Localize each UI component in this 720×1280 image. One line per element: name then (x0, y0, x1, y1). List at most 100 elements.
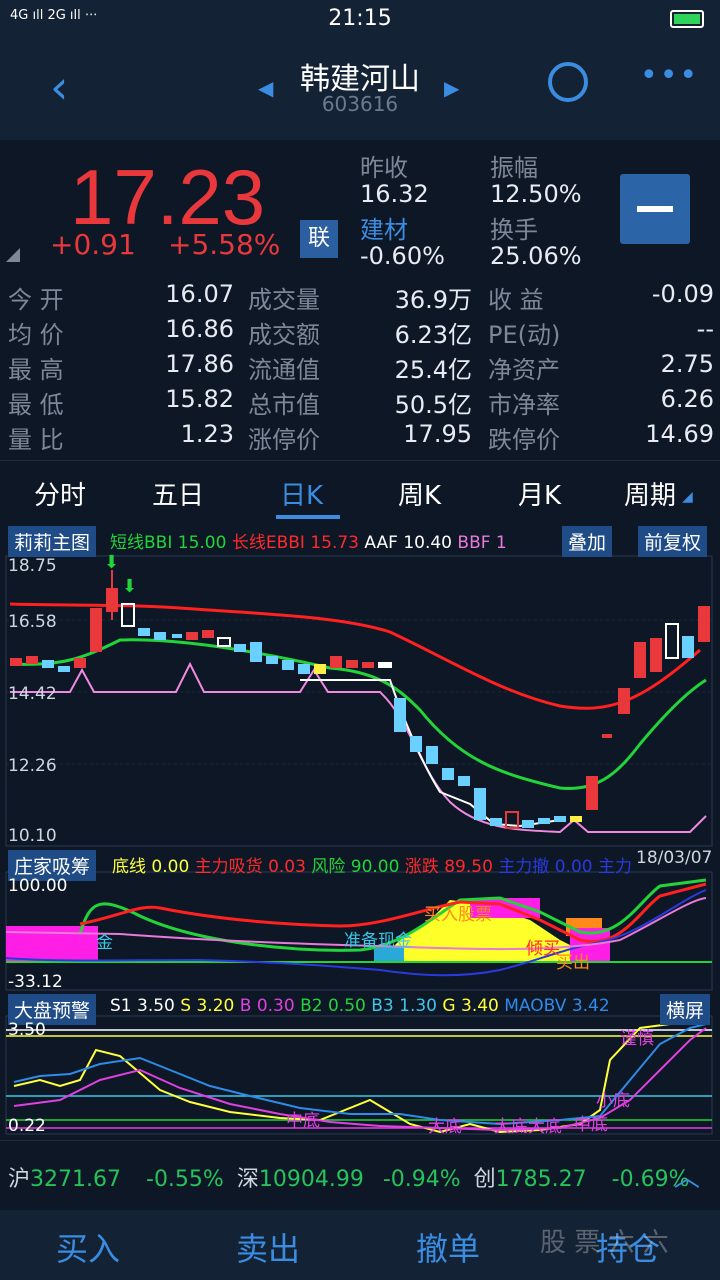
stat-label-r3c0: 最 低 (8, 391, 64, 419)
legend-aaf-name: AAF (364, 533, 398, 553)
legend-updown-name: 涨跌 (404, 857, 439, 877)
cancel-order-button[interactable]: 撤单 (416, 1224, 480, 1270)
sub1-annot-buy: 买入股票 (424, 905, 492, 925)
index-sh-pct: -0.55% (146, 1167, 224, 1192)
stat-label-r4c4: 跌停价 (488, 426, 560, 454)
sub1-annot-inclined: 倾买 (526, 939, 560, 959)
sub1-y-top: 100.00 (8, 876, 68, 896)
turnover-value: 25.06% (490, 242, 582, 270)
price-change: +0.91 (50, 228, 136, 261)
tab-weekly-k[interactable]: 周K (398, 475, 441, 512)
stat-value-r3c3: 50.5亿 (394, 391, 472, 419)
sector-label[interactable]: 建材 (360, 210, 408, 245)
corner-icon (6, 248, 20, 262)
kline-chart-area[interactable]: ⬇ ⬇ 莉莉主图 短线BBI 15.00 长线EBBI 15.73 AAF 10… (0, 520, 720, 1140)
sub2-annot-caution: 谨慎 (620, 1029, 654, 1049)
linked-badge[interactable]: 联 (300, 220, 338, 258)
sector-change: -0.60% (360, 242, 445, 270)
legend-risk-name: 风险 (311, 857, 346, 877)
kline-svg: ⬇ ⬇ (5, 552, 713, 1135)
quote-panel: 17.23 +0.91 +5.58% 联 昨收 16.32 建材 -0.60% … (0, 140, 720, 460)
index-cy-value: 1785.27 (495, 1167, 587, 1192)
legend-g-name: G (442, 996, 456, 1016)
y-tick-2: 16.58 (8, 612, 57, 632)
bbf-line (10, 661, 707, 834)
stat-value-r4c1: 1.23 (180, 420, 234, 448)
sub2-annot-small: 小底 (596, 1091, 630, 1111)
stat-value-r1c5: -- (696, 315, 714, 343)
search-icon[interactable] (548, 62, 588, 102)
main-indicator-button[interactable]: 莉莉主图 (8, 526, 97, 557)
index-row: 沪3271.67 -0.55% 深10904.99 -0.94% 创1785.2… (8, 1161, 689, 1193)
clock: 21:15 (328, 6, 392, 31)
adjust-button[interactable]: 前复权 (638, 526, 708, 557)
watermark: 股 票 六 六 (540, 1228, 669, 1258)
stock-header: ‹ ◀ 韩建河山 ▶ 603616 ••• (0, 40, 720, 140)
status-bar: 4G ıll 2G ıll ⋅⋅⋅ 21:15 (0, 0, 720, 40)
legend-b3-name: B3 (371, 996, 394, 1016)
svg-text:⬇: ⬇ (122, 576, 137, 597)
turnover-label: 换手 (490, 216, 538, 244)
period-dropdown-icon: ◢ (682, 489, 693, 505)
legend-b-value: 0.30 (256, 996, 295, 1016)
price-change-pct: +5.58% (168, 228, 281, 261)
y-tick-4: 12.26 (8, 756, 57, 776)
y-tick-1: 18.75 (8, 556, 57, 576)
stat-label-r1c0: 均 价 (8, 321, 64, 349)
prev-close-value: 16.32 (360, 180, 429, 208)
stat-value-r4c5: 14.69 (645, 420, 714, 448)
tab-period[interactable]: 周期 (624, 475, 676, 512)
index-sh-name: 沪 (8, 1167, 31, 1192)
market-index-bar[interactable]: 沪3271.67 -0.55% 深10904.99 -0.94% 创1785.2… (0, 1140, 720, 1210)
sub1-annot-sell: 买出 (556, 953, 590, 973)
candles (10, 570, 710, 829)
legend-withdraw-value: 0.00 (554, 857, 593, 877)
legend-maobv-value: 3.42 (571, 996, 610, 1016)
stat-label-r1c4: PE(动) (488, 321, 561, 349)
amplitude-value: 12.50% (490, 180, 582, 208)
legend-bottom-name: 底线 (112, 857, 146, 877)
stat-label-r3c4: 市净率 (488, 391, 560, 419)
sell-button[interactable]: 卖出 (236, 1224, 300, 1270)
stat-label-r0c2: 成交量 (248, 286, 320, 314)
amplitude-label: 振幅 (490, 154, 538, 182)
tab-monthly-k[interactable]: 月K (518, 475, 561, 512)
legend-bbf-value: 1 (495, 533, 507, 553)
legend-b2-name: B2 (300, 996, 323, 1016)
legend-s-value: 3.20 (196, 996, 235, 1016)
legend-bbi-name: 短线BBI (110, 533, 173, 553)
index-sz-name: 深 (236, 1167, 259, 1192)
stat-value-r2c5: 2.75 (660, 350, 714, 378)
y-tick-3: 14.42 (8, 684, 57, 704)
chart-date: 18/03/07 (636, 848, 713, 868)
buy-button[interactable]: 买入 (56, 1224, 120, 1270)
stat-label-r0c0: 今 开 (8, 286, 64, 314)
sub1-annot-gold: 金 (96, 933, 113, 953)
expand-up-icon[interactable]: ︿ (674, 1157, 700, 1194)
stat-label-r1c2: 成交额 (248, 321, 320, 349)
overlay-button[interactable]: 叠加 (562, 526, 613, 557)
sub2-annot-mid: 中底 (286, 1111, 320, 1131)
tab-intraday[interactable]: 分时 (34, 475, 86, 512)
legend-bbf-name: BBF (457, 533, 491, 553)
svg-text:⬇: ⬇ (104, 552, 119, 573)
stat-value-r4c3: 17.95 (403, 420, 472, 448)
stat-label-r2c4: 净资产 (488, 356, 560, 384)
legend-b2-value: 0.50 (327, 996, 366, 1016)
legend-ebbi-name: 长线EBBI (231, 533, 305, 553)
stat-label-r3c2: 总市值 (248, 391, 320, 419)
stat-value-r1c1: 16.86 (165, 315, 234, 343)
tab-active-indicator (276, 515, 340, 519)
index-sh-value: 3271.67 (30, 1167, 121, 1192)
index-sz-pct: -0.94% (382, 1167, 461, 1192)
tab-daily-k[interactable]: 日K (280, 475, 323, 512)
prev-close-label: 昨收 (360, 154, 408, 182)
more-icon[interactable]: ••• (640, 58, 699, 93)
sub1-legend: 底线 0.00 主力吸货 0.03 风险 90.00 涨跌 89.50 主力撤 … (112, 852, 632, 877)
legend-b-name: B (239, 996, 252, 1016)
stat-value-r3c1: 15.82 (165, 385, 234, 413)
landscape-button[interactable]: 横屏 (660, 994, 711, 1025)
remove-watchlist-button[interactable] (620, 174, 690, 244)
tab-five-day[interactable]: 五日 (152, 475, 204, 512)
sub2-legend: S1 3.50 S 3.20 B 0.30 B2 0.50 B3 1.30 G … (110, 996, 610, 1016)
